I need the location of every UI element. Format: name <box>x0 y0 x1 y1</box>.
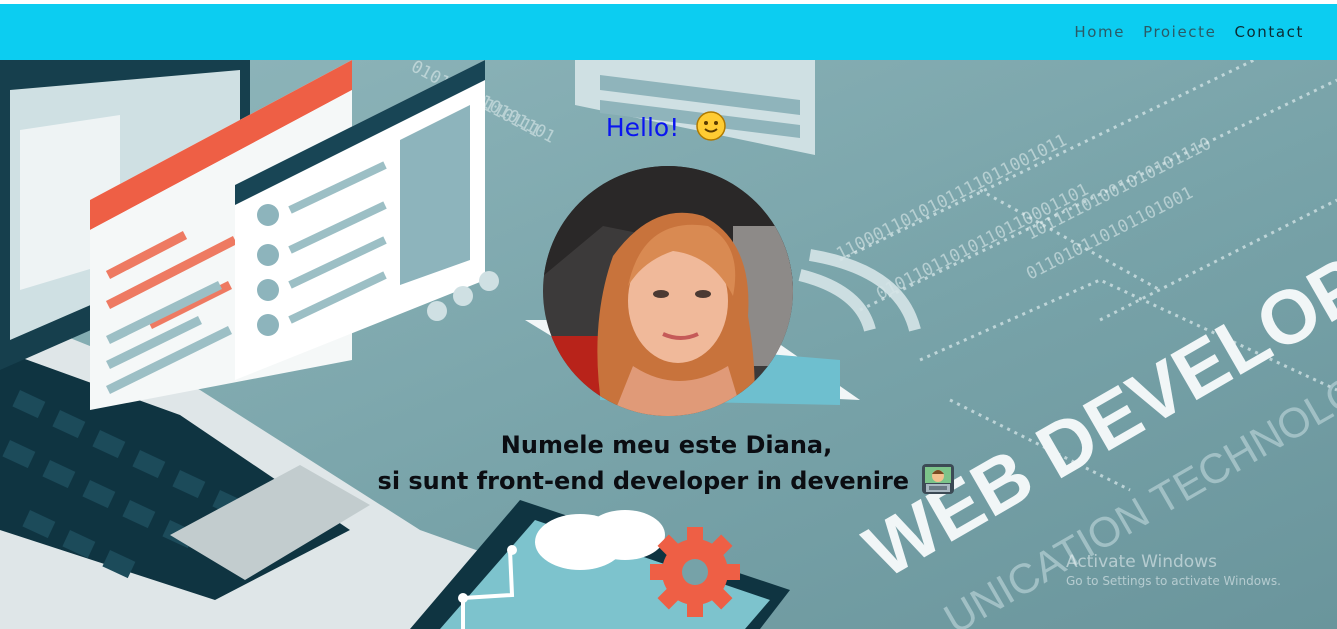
greeting-text: Hello! <box>605 113 680 142</box>
intro-line-1: Numele meu este Diana, <box>500 431 833 459</box>
hero-section: 1100011010101111011001011 01011011010110… <box>0 60 1337 629</box>
watermark-subtitle: Go to Settings to activate Windows. <box>1066 574 1281 588</box>
avatar <box>543 166 793 416</box>
watermark-title: Activate Windows <box>1066 552 1217 572</box>
technologist-icon <box>921 462 955 505</box>
slightly-smiling-face-icon <box>695 110 727 148</box>
intro-line-2: si sunt front-end developer in devenire <box>0 462 1333 505</box>
navbar: Home Proiecte Contact <box>0 4 1337 60</box>
profile-photo <box>543 166 793 416</box>
intro-text: Numele meu este Diana, si sunt front-end… <box>0 428 1333 505</box>
nav-proiecte-link[interactable]: Proiecte <box>1143 23 1216 41</box>
nav-home-link[interactable]: Home <box>1074 23 1125 41</box>
greeting-heading: Hello! <box>0 110 1333 148</box>
intro-line-2-text: si sunt front-end developer in devenire <box>377 467 910 495</box>
nav-contact-link[interactable]: Contact <box>1234 23 1304 41</box>
activate-windows-watermark: Activate Windows Go to Settings to activ… <box>1066 552 1281 588</box>
nav-menu: Home Proiecte Contact <box>1074 4 1304 60</box>
